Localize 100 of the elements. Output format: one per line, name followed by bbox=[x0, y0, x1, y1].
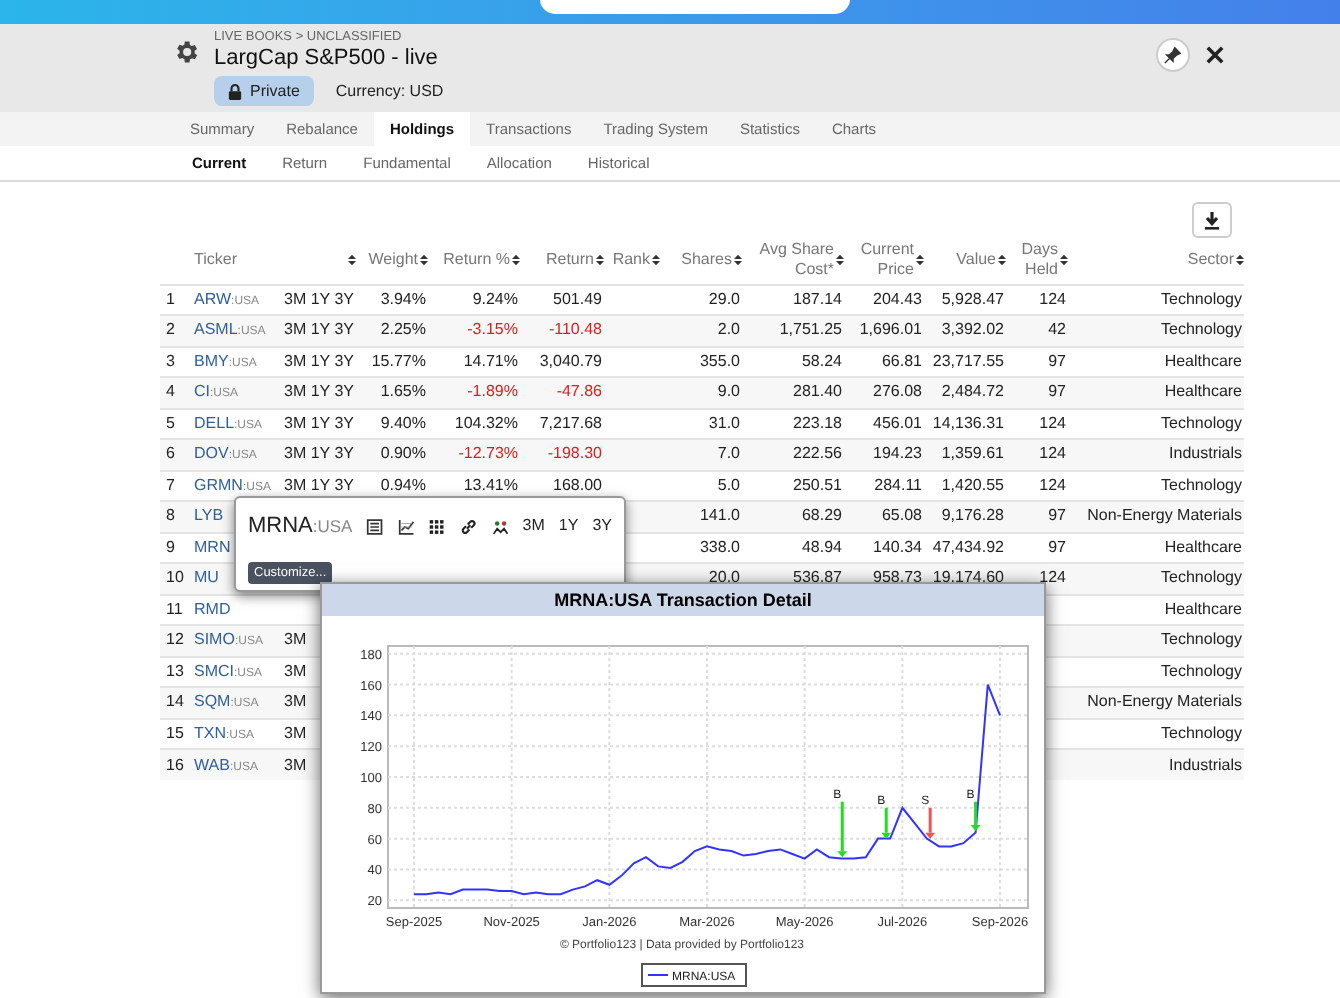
close-icon[interactable] bbox=[1206, 46, 1224, 64]
shares-cell: 7.0 bbox=[717, 444, 740, 463]
value-cell: 5,928.47 bbox=[941, 289, 1004, 308]
return-cell: -47.86 bbox=[556, 382, 602, 401]
period-links[interactable]: 3M bbox=[284, 755, 307, 773]
row-number: 10 bbox=[166, 568, 184, 587]
price-cell: 194.23 bbox=[873, 444, 922, 463]
ticker-link[interactable]: LYB bbox=[194, 506, 224, 525]
download-icon bbox=[1204, 211, 1220, 229]
column-header[interactable]: Value bbox=[956, 249, 996, 270]
column-header[interactable]: Weight bbox=[368, 249, 418, 270]
people-icon[interactable] bbox=[491, 517, 509, 536]
link-icon[interactable] bbox=[460, 517, 478, 536]
weight-cell: 0.90% bbox=[380, 444, 426, 463]
period-link[interactable]: 3Y bbox=[592, 514, 612, 539]
period-links[interactable]: 3M bbox=[284, 630, 307, 649]
period-links[interactable]: 3M 1Y 3Y bbox=[284, 413, 354, 432]
grid-icon[interactable] bbox=[428, 517, 447, 536]
sort-icon[interactable] bbox=[512, 253, 520, 266]
sector-cell: Industrials bbox=[1169, 444, 1242, 463]
shares-cell: 29.0 bbox=[708, 289, 740, 308]
cost-cell: 222.56 bbox=[793, 444, 842, 463]
weight-cell: 15.77% bbox=[371, 351, 426, 370]
sort-icon[interactable] bbox=[596, 253, 604, 266]
column-header[interactable]: Return bbox=[545, 249, 594, 270]
period-links[interactable]: 3M 1Y 3Y bbox=[284, 475, 354, 494]
sector-cell: Technology bbox=[1161, 475, 1242, 494]
column-header[interactable]: Ticker bbox=[190, 249, 237, 270]
days-cell: 97 bbox=[1048, 382, 1066, 401]
days-cell: 42 bbox=[1048, 320, 1066, 339]
cost-cell: 536.87 bbox=[793, 568, 842, 587]
document-icon[interactable] bbox=[366, 517, 384, 536]
row-number: 7 bbox=[166, 475, 175, 494]
column-header[interactable]: Days Held bbox=[1006, 239, 1058, 280]
sort-icon[interactable] bbox=[420, 253, 428, 266]
sector-cell: Healthcare bbox=[1164, 537, 1242, 556]
privacy-badge[interactable]: Private bbox=[214, 76, 314, 106]
column-header[interactable]: Avg Share Cost* bbox=[742, 239, 834, 280]
sector-cell: Non-Energy Materials bbox=[1087, 506, 1242, 525]
settings-icon[interactable] bbox=[172, 38, 200, 66]
sort-icon[interactable] bbox=[348, 253, 356, 266]
period-links[interactable]: 3M bbox=[284, 692, 307, 711]
period-links[interactable]: 3M 1Y 3Y bbox=[284, 444, 354, 463]
return-percent-cell: 9.24% bbox=[472, 289, 518, 308]
period-links[interactable]: 3M bbox=[284, 661, 307, 680]
period-links[interactable]: 3M 1Y 3Y bbox=[284, 320, 354, 339]
days-cell: 124 bbox=[1039, 413, 1066, 432]
value-cell: 9,176.28 bbox=[941, 506, 1004, 525]
sort-icon[interactable] bbox=[734, 253, 742, 266]
chart-icon[interactable] bbox=[397, 517, 415, 536]
sector-cell: Technology bbox=[1161, 630, 1242, 649]
period-link[interactable]: 1Y bbox=[558, 514, 579, 539]
column-header[interactable]: Return % bbox=[443, 249, 510, 270]
column-header[interactable]: Sector bbox=[1187, 249, 1234, 270]
weight-cell: 9.40% bbox=[380, 413, 426, 432]
price-cell: 66.81 bbox=[881, 351, 922, 370]
period-links[interactable]: 3M 1Y 3Y bbox=[284, 289, 354, 308]
column-header[interactable]: Rank bbox=[612, 249, 650, 270]
price-cell: 204.43 bbox=[873, 289, 922, 308]
return-cell: 3,040.79 bbox=[539, 351, 602, 370]
row-number: 1 bbox=[166, 289, 175, 308]
pin-button[interactable] bbox=[1156, 38, 1190, 72]
period-link[interactable]: 3M bbox=[522, 514, 545, 539]
row-number: 2 bbox=[166, 320, 175, 339]
sector-cell: Healthcare bbox=[1164, 382, 1242, 401]
sort-icon[interactable] bbox=[652, 253, 660, 266]
sort-icon[interactable] bbox=[998, 253, 1006, 266]
row-number: 6 bbox=[166, 444, 175, 463]
cost-cell: 68.29 bbox=[801, 506, 842, 525]
sector-cell: Technology bbox=[1161, 723, 1242, 742]
sort-icon[interactable] bbox=[836, 253, 844, 266]
period-links[interactable]: 3M 1Y 3Y bbox=[284, 351, 354, 370]
sort-icon[interactable] bbox=[916, 253, 924, 266]
period-links[interactable]: 3M 1Y 3Y bbox=[284, 382, 354, 401]
row-number: 16 bbox=[166, 755, 184, 773]
ticker-link[interactable]: MU bbox=[194, 568, 219, 587]
lock-icon bbox=[228, 83, 242, 99]
buy-marker bbox=[881, 807, 892, 839]
ticker-link[interactable]: MRN bbox=[194, 537, 231, 556]
currency-label: Currency: USD bbox=[335, 79, 444, 103]
download-button[interactable] bbox=[1192, 202, 1232, 238]
sort-icon[interactable] bbox=[1060, 253, 1068, 266]
return-percent-cell: 104.32% bbox=[454, 413, 518, 432]
days-cell: 124 bbox=[1039, 568, 1066, 587]
period-links[interactable]: 3M bbox=[284, 723, 307, 742]
value-cell: 47,434.92 bbox=[932, 537, 1004, 556]
sector-cell: Technology bbox=[1161, 320, 1242, 339]
sector-cell: Healthcare bbox=[1164, 351, 1242, 370]
column-header[interactable]: Current Price bbox=[844, 239, 914, 280]
cost-cell: 48.94 bbox=[801, 537, 842, 556]
weight-cell: 1.65% bbox=[380, 382, 426, 401]
ticker-link[interactable]: RMD bbox=[194, 599, 231, 618]
price-cell: 1,696.01 bbox=[859, 320, 922, 339]
column-header[interactable]: Shares bbox=[681, 249, 732, 270]
price-cell: 958.73 bbox=[873, 568, 922, 587]
value-cell: 19,174.60 bbox=[932, 568, 1004, 587]
cost-cell: 58.24 bbox=[801, 351, 842, 370]
row-number: 14 bbox=[166, 692, 184, 711]
sort-icon[interactable] bbox=[1236, 253, 1244, 266]
row-number: 9 bbox=[166, 537, 175, 556]
